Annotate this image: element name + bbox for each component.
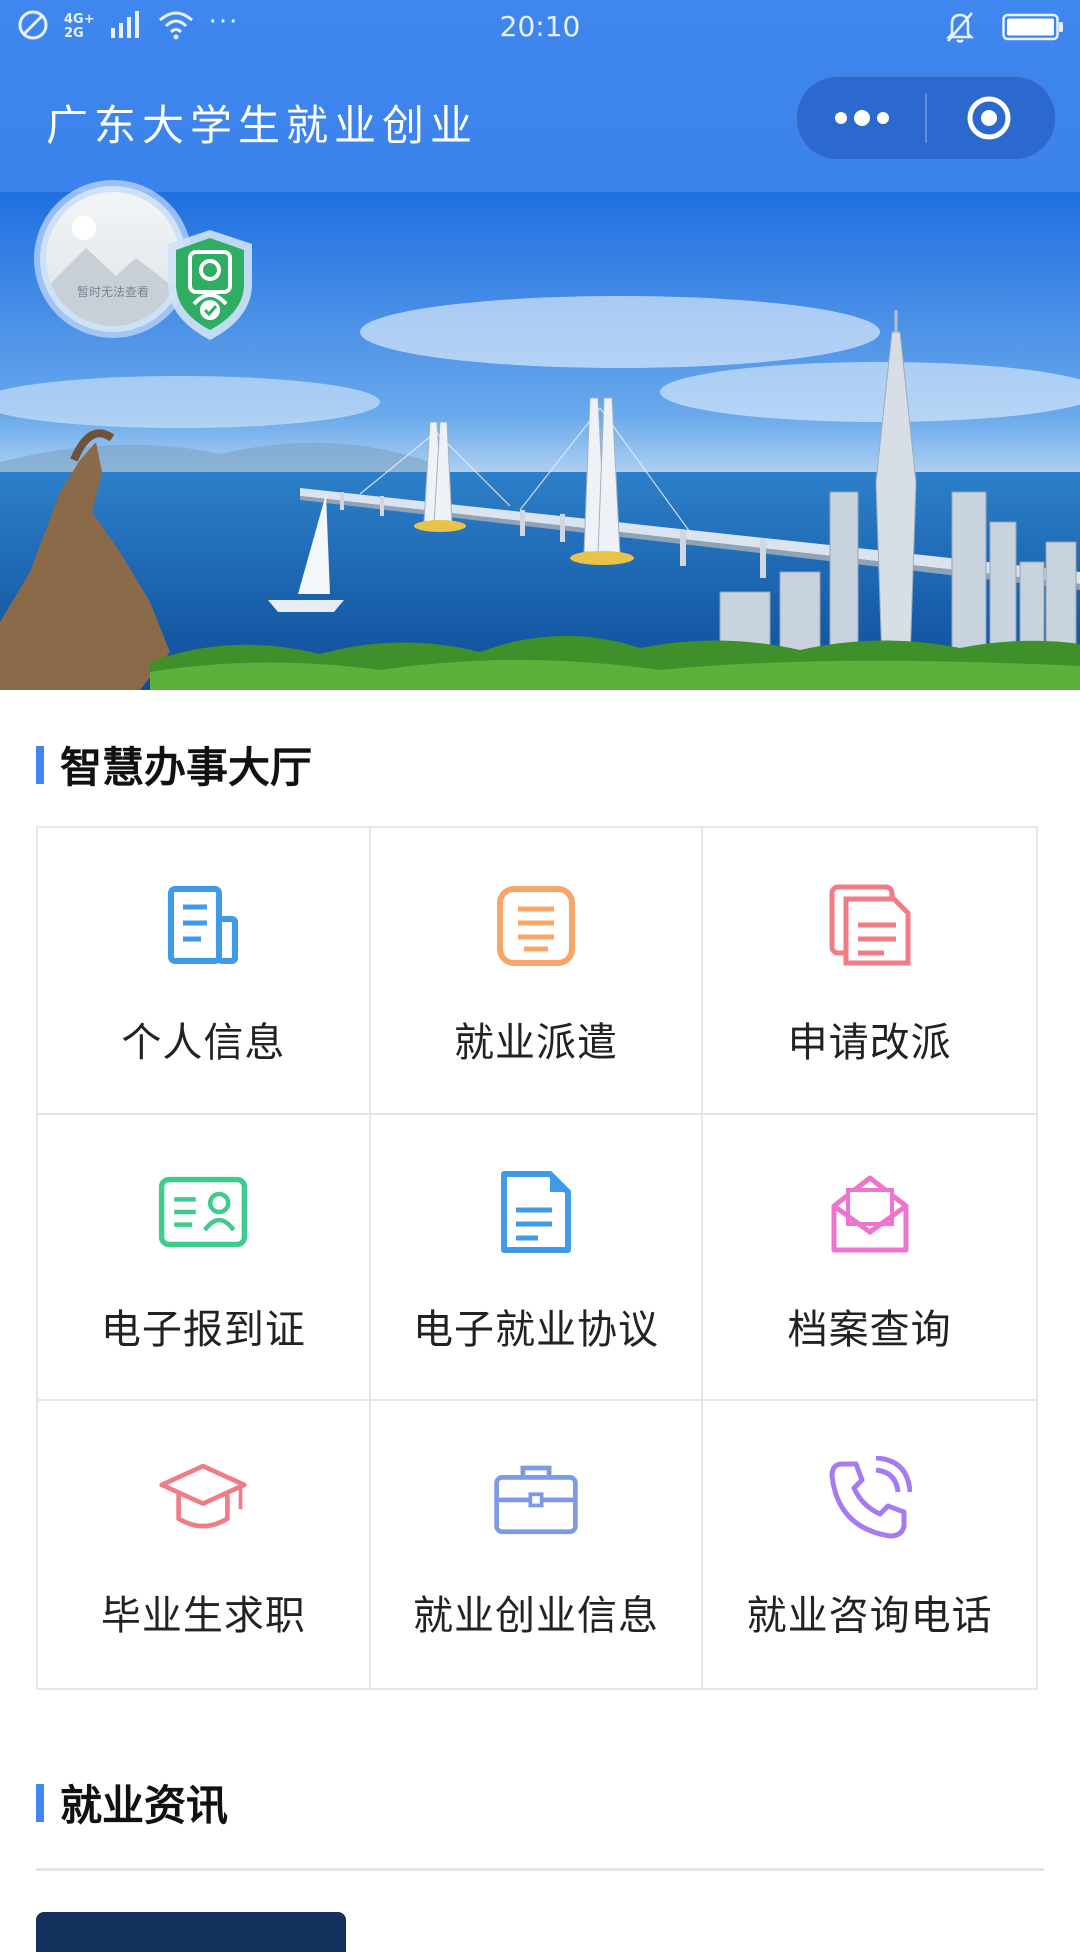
verified-shield-icon bbox=[168, 230, 252, 340]
avatar-placeholder-text: 暂时无法查看 bbox=[76, 285, 149, 299]
more-dots-icon bbox=[835, 110, 889, 126]
close-button[interactable] bbox=[955, 95, 1023, 141]
graduation-cap-icon bbox=[158, 1453, 248, 1543]
bell-off-icon bbox=[944, 10, 976, 48]
service-label: 电子报到证 bbox=[100, 1306, 306, 1353]
battery-icon bbox=[1002, 13, 1064, 45]
service-label: 个人信息 bbox=[121, 1020, 286, 1066]
service-hall-header: 智慧办事大厅 bbox=[36, 734, 312, 795]
service-label: 毕业生求职 bbox=[100, 1593, 306, 1640]
service-e-employment-agreement[interactable]: 电子就业协议 bbox=[370, 1114, 704, 1402]
service-hall-title: 智慧办事大厅 bbox=[60, 743, 313, 792]
news-thumbnail[interactable] bbox=[36, 1912, 346, 1952]
files-icon bbox=[825, 880, 915, 970]
title-bar: 广东大学生就业创业 bbox=[0, 56, 1080, 192]
service-label: 电子就业协议 bbox=[412, 1306, 659, 1353]
image-placeholder-icon bbox=[46, 216, 180, 326]
status-time: 20:10 bbox=[499, 10, 581, 43]
service-archive-inquiry[interactable]: 档案查询 bbox=[703, 1115, 1036, 1402]
section-accent-bar bbox=[36, 1783, 44, 1822]
news-header: 就业资讯 bbox=[36, 1772, 228, 1833]
service-label: 就业咨询电话 bbox=[746, 1593, 993, 1640]
section-accent-bar bbox=[36, 745, 44, 784]
capsule-divider bbox=[925, 93, 927, 143]
service-employment-dispatch[interactable]: 就业派遣 bbox=[370, 828, 704, 1115]
phone-icon bbox=[825, 1453, 915, 1543]
service-label: 档案查询 bbox=[787, 1306, 952, 1353]
id-card-icon bbox=[158, 1167, 248, 1257]
briefcase-icon bbox=[491, 1453, 581, 1543]
verified-badge bbox=[162, 226, 258, 344]
news-title: 就业资讯 bbox=[60, 1781, 229, 1830]
avatar-image: 暂时无法查看 bbox=[46, 192, 180, 326]
agreement-doc-icon bbox=[491, 1167, 581, 1257]
target-circle-icon bbox=[967, 96, 1011, 140]
service-personal-info[interactable]: 个人信息 bbox=[38, 828, 371, 1115]
service-label: 就业派遣 bbox=[453, 1020, 618, 1066]
mini-program-capsule bbox=[796, 76, 1056, 160]
service-graduate-job-search[interactable]: 毕业生求职 bbox=[38, 1401, 371, 1688]
app-header: 4G+ 2G ··· 20:10 广东大学生就业创业 bbox=[0, 0, 1080, 192]
service-employment-entrepreneurship-info[interactable]: 就业创业信息 bbox=[371, 1401, 704, 1688]
service-label: 就业创业信息 bbox=[412, 1593, 659, 1640]
clipboard-icon bbox=[491, 880, 581, 970]
service-e-report-certificate[interactable]: 电子报到证 bbox=[38, 1114, 371, 1402]
news-divider bbox=[36, 1868, 1044, 1871]
service-grid: 个人信息 就业派遣 申请改派 电子报到证 电子就业协议 档案查询 毕业生求职 就… bbox=[36, 826, 1038, 1690]
service-apply-reassignment[interactable]: 申请改派 bbox=[703, 828, 1036, 1115]
envelope-icon bbox=[825, 1167, 915, 1257]
service-label: 申请改派 bbox=[787, 1020, 952, 1066]
document-icon bbox=[158, 880, 248, 970]
service-employment-hotline[interactable]: 就业咨询电话 bbox=[703, 1401, 1036, 1688]
status-bar: 4G+ 2G ··· 20:10 bbox=[0, 0, 1080, 56]
more-button[interactable] bbox=[827, 99, 897, 137]
app-title: 广东大学生就业创业 bbox=[46, 101, 479, 150]
